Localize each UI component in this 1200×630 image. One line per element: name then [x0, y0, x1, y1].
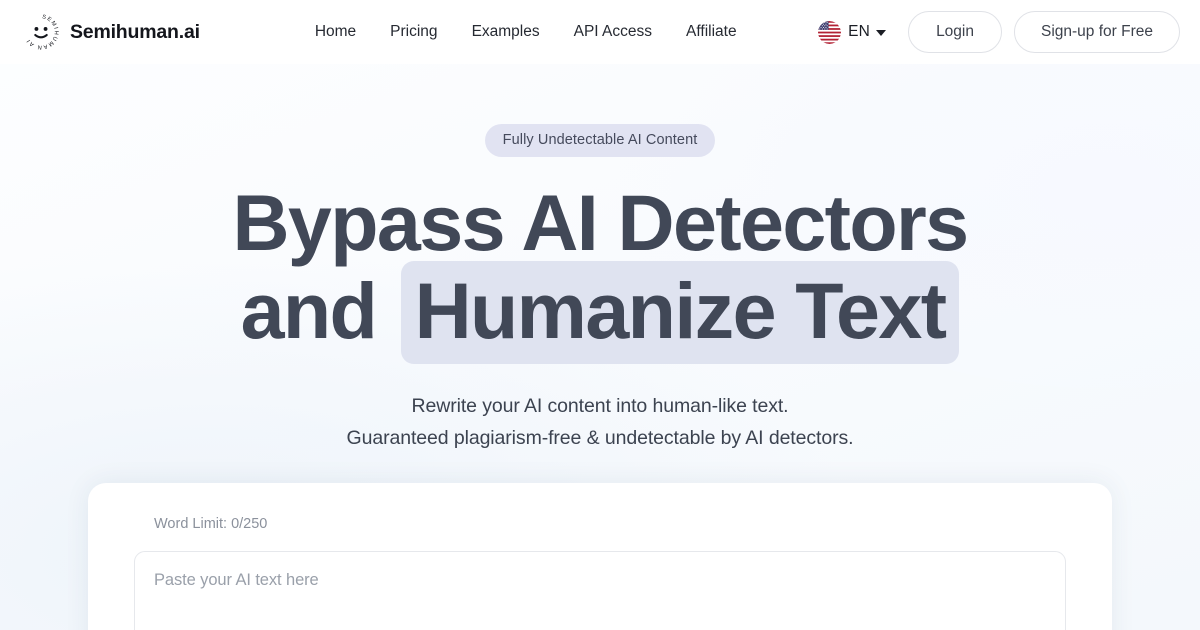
word-limit-counter: Word Limit: 0/250: [154, 516, 268, 532]
headline-prefix: and: [240, 266, 378, 355]
headline-line-2: and Humanize Text: [0, 261, 1200, 364]
headline-line-1: Bypass AI Detectors: [232, 178, 969, 267]
site-header: SEMIHUMAN AI Semihuman.ai Home Pricing E…: [0, 0, 1200, 64]
language-selector[interactable]: EN: [816, 17, 888, 48]
ai-text-input-placeholder: Paste your AI text here: [154, 571, 319, 589]
login-button[interactable]: Login: [908, 11, 1002, 53]
status-badge: Fully Undetectable AI Content: [484, 124, 716, 157]
nav-link-home[interactable]: Home: [298, 17, 373, 47]
ai-text-input-wrapper[interactable]: Paste your AI text here: [134, 551, 1066, 630]
humanizer-editor-card: Word Limit: 0/250 Paste your AI text her…: [88, 483, 1112, 630]
header-actions: EN Login Sign-up for Free: [816, 11, 1180, 53]
nav-link-api-access[interactable]: API Access: [557, 17, 669, 47]
svg-text:SEMIHUMAN AI: SEMIHUMAN AI: [25, 14, 58, 50]
nav-link-examples[interactable]: Examples: [455, 17, 557, 47]
brand-logo[interactable]: SEMIHUMAN AI Semihuman.ai: [22, 13, 200, 51]
signup-button[interactable]: Sign-up for Free: [1014, 11, 1180, 53]
main-navigation: Home Pricing Examples API Access Affilia…: [298, 17, 754, 47]
brand-name: Semihuman.ai: [70, 20, 200, 43]
subtitle-line-2: Guaranteed plagiarism-free & undetectabl…: [346, 427, 854, 449]
language-code: EN: [848, 23, 871, 40]
smiley-circular-text-logo-icon: SEMIHUMAN AI: [25, 14, 58, 50]
hero-subtitle: Rewrite your AI content into human-like …: [0, 390, 1200, 454]
headline-highlight: Humanize Text: [400, 261, 960, 364]
chevron-down-icon: [876, 30, 887, 36]
hero-section: Fully Undetectable AI Content Bypass AI …: [0, 64, 1200, 454]
nav-link-affiliate[interactable]: Affiliate: [669, 17, 754, 47]
nav-link-pricing[interactable]: Pricing: [373, 17, 454, 47]
us-flag-icon: [818, 20, 842, 44]
page-title: Bypass AI Detectors and Humanize Text: [0, 178, 1200, 364]
subtitle-line-1: Rewrite your AI content into human-like …: [411, 395, 789, 417]
